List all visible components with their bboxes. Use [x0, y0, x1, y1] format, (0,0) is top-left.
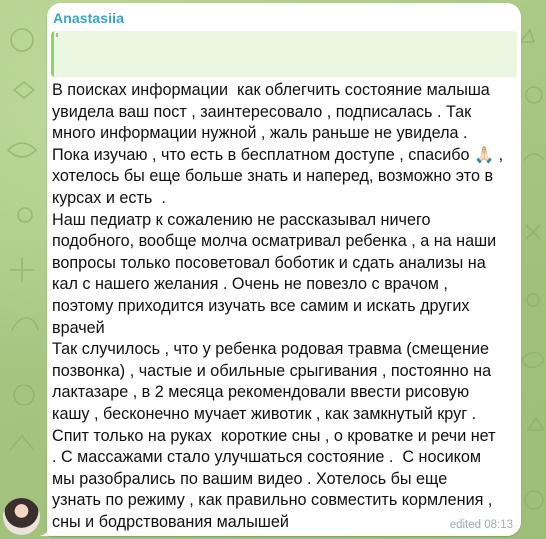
message-line: позвонка) , частые и обильные срыгивания… [52, 361, 492, 380]
message-line: . С массажами стало улучшаться состояние… [52, 448, 482, 467]
message-line: Пока изучаю , что есть в бесплатном дост… [52, 145, 504, 164]
message-line: кашу , бесконечно мучает животик , как з… [52, 404, 477, 423]
message-line: увидела ваш пост , заинтересовало , подп… [52, 102, 472, 121]
message-line: мы разобрались по вашим видео . Хотелось… [52, 469, 448, 488]
message-line: врачей [52, 318, 105, 337]
sender-avatar[interactable] [3, 498, 40, 535]
sender-name[interactable]: Anastasiia [53, 10, 124, 26]
message-meta: edited 08:13 [449, 519, 513, 531]
message-line: Так случилось , что у ребенка родовая тр… [52, 340, 490, 359]
message-line: Наш педиатр к сожалению не рассказывал н… [52, 210, 431, 229]
message-line: много информации нужной , жаль раньше не… [52, 124, 468, 143]
message-bubble[interactable]: Anastasiia В поисках информации как обле… [47, 3, 521, 536]
message-line: узнать по режиму , как правильно совмест… [52, 491, 493, 510]
message-line: поэтому приходится изучать все самим и и… [52, 296, 470, 315]
message-line: вопросы только посоветовал боботик и сда… [52, 253, 486, 272]
message-text: В поисках информации как облегчить состо… [52, 80, 518, 533]
reply-preview[interactable] [51, 31, 517, 77]
message-line: сны и бодрствования малышей [52, 512, 289, 531]
reply-preview-mark [56, 33, 58, 37]
message-line: кал с нашего желания . Очень не повезло … [52, 275, 448, 294]
message-line: курсах и есть . [52, 188, 166, 207]
message-line: В поисках информации как облегчить состо… [52, 81, 490, 99]
message-line: лактазаре , в 2 месяца рекомендовали вве… [52, 383, 470, 402]
reply-preview-bar [51, 31, 54, 77]
message-line: хотелось бы еще больше знать и наперед, … [52, 167, 494, 186]
message-line: подобного, вообще молча осматривал ребен… [52, 232, 497, 251]
message-line: Спит только на руках короткие сны , о кр… [52, 426, 496, 445]
